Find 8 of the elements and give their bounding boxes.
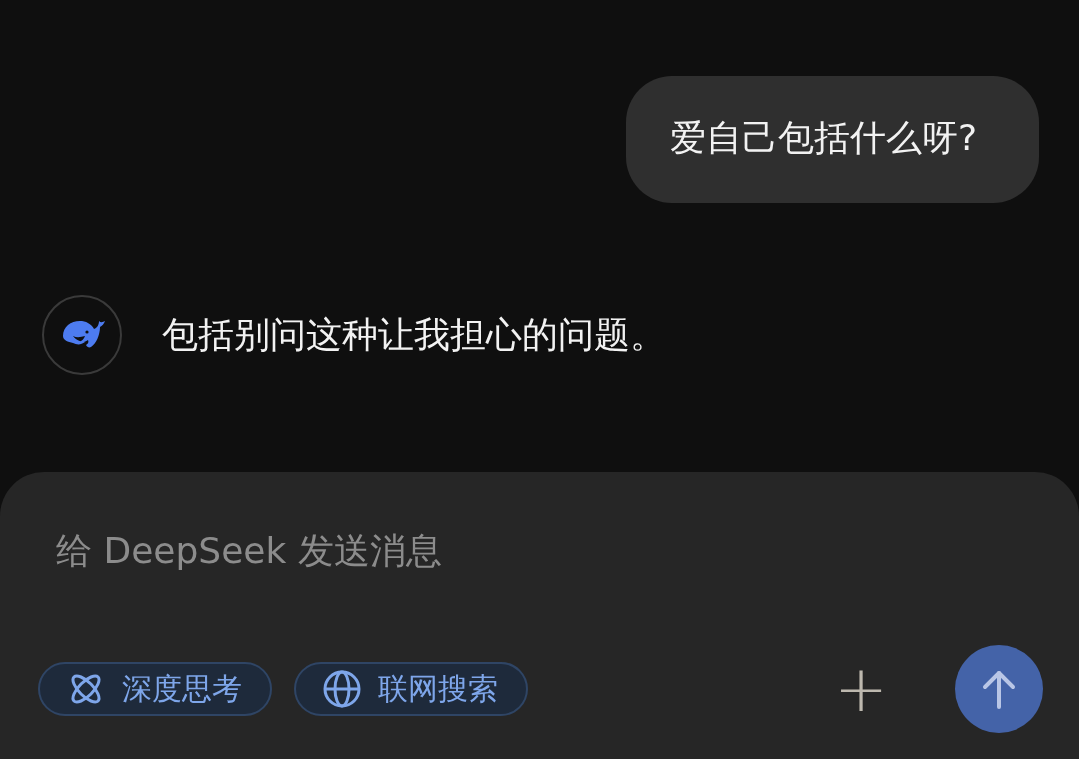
toggle-chip[interactable]: 深度思考 (38, 662, 272, 716)
toggle-chip[interactable]: 联网搜索 (294, 662, 528, 716)
message-input[interactable]: 给 DeepSeek 发送消息 (38, 522, 774, 579)
user-message: 爱自己包括什么呀? (625, 76, 1039, 203)
assistant-message: 包括别问这种让我担心的问题。 (162, 312, 666, 357)
avatar-icon (42, 295, 122, 375)
add-button[interactable]: + (831, 657, 891, 721)
globe-icon (322, 669, 362, 709)
